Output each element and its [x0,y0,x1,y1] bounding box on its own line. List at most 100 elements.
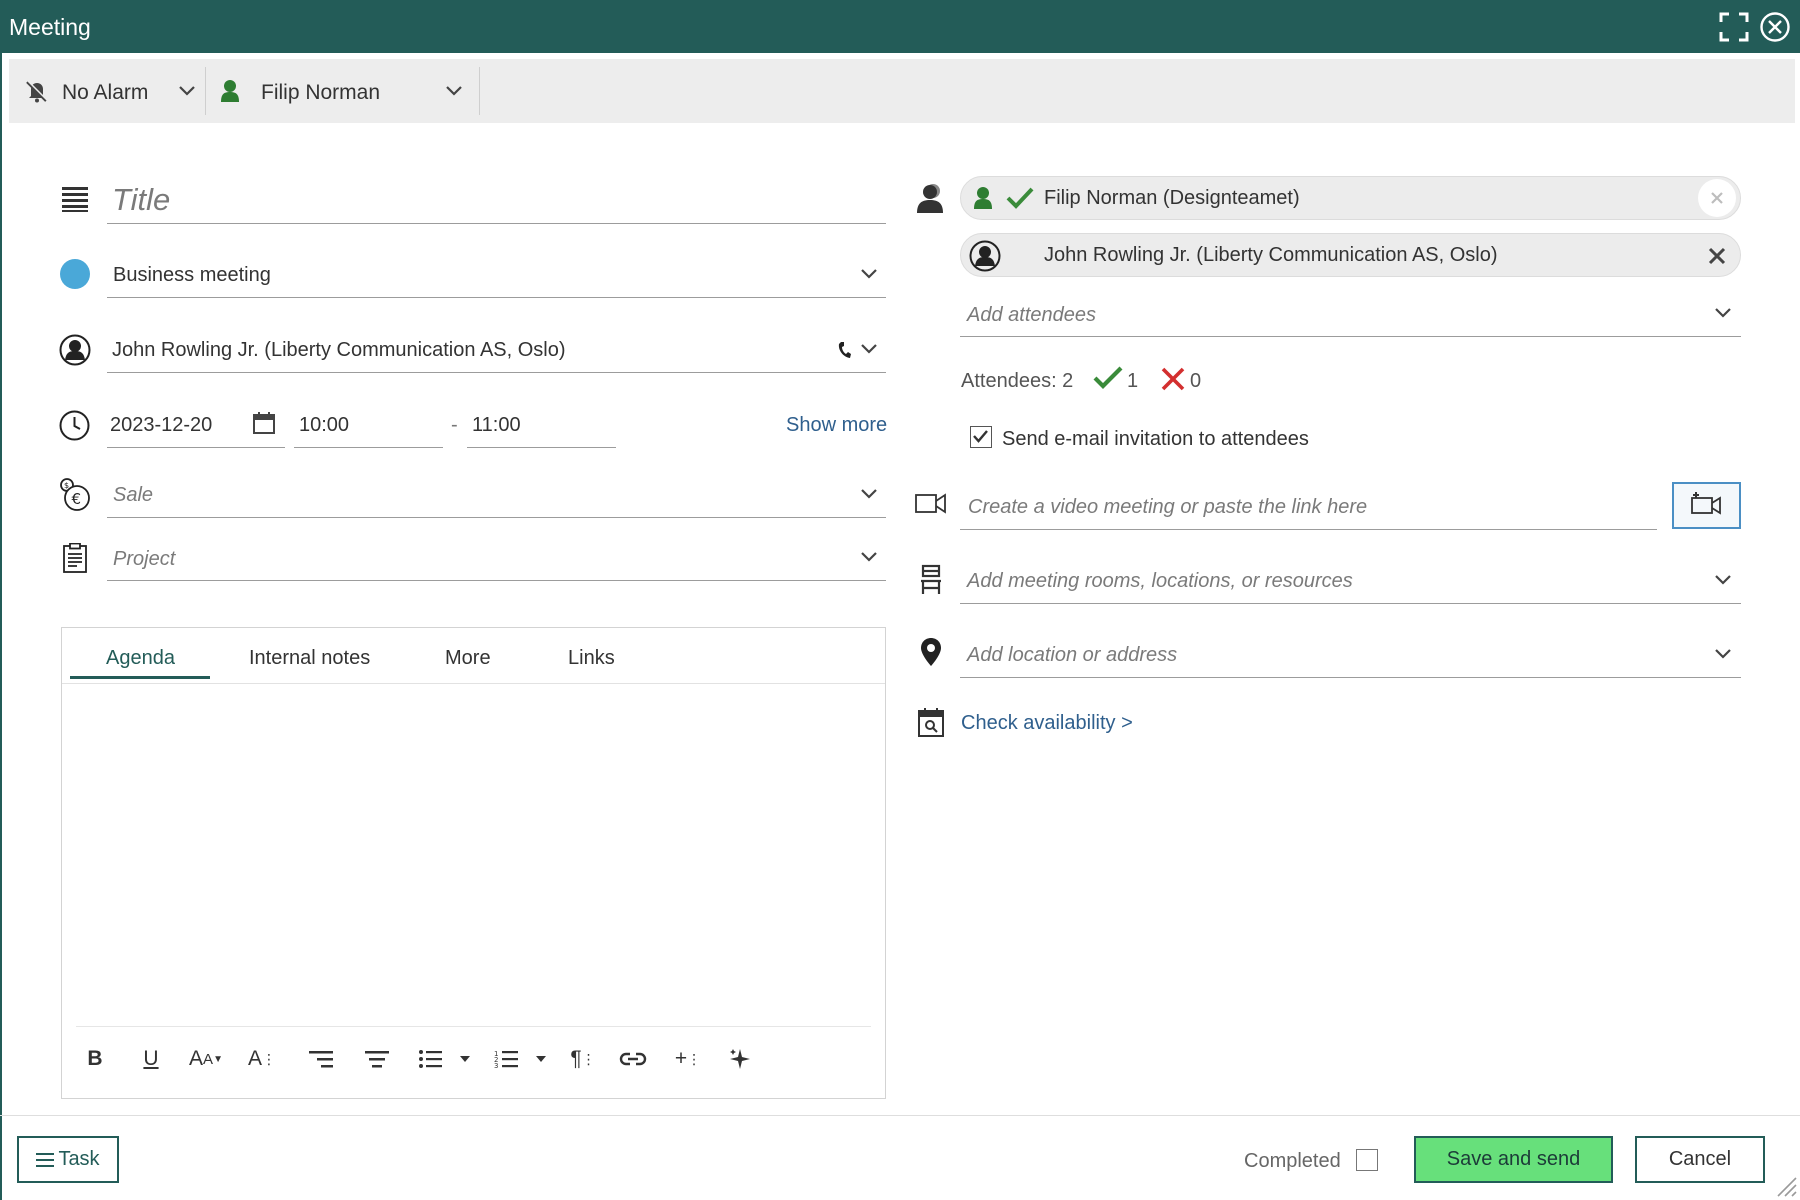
video-camera-icon [915,492,947,521]
close-icon[interactable] [1759,11,1791,43]
create-video-meeting-button[interactable] [1672,482,1741,529]
contact-icon [969,240,1001,277]
format-toolbar-divider [76,1026,871,1027]
participant-name: Filip Norman (Designteamet) [1044,187,1300,209]
resources-dropdown[interactable]: Add meeting rooms, locations, or resourc… [960,558,1741,604]
location-placeholder: Add location or address [967,644,1178,666]
resize-grip-icon[interactable] [1775,1175,1797,1200]
agenda-text-area[interactable] [62,684,885,1024]
maximize-icon[interactable] [1718,11,1750,43]
accepted-check-icon [1006,187,1034,214]
chair-icon [919,564,943,601]
end-time-input[interactable]: 11:00 [467,402,616,448]
toolbar-separator [479,67,480,115]
calendar-icon[interactable] [253,412,275,439]
task-button-label: Task [58,1148,100,1170]
svg-text:$: $ [64,481,69,490]
paragraph-icon[interactable]: ¶ ⋮ [568,1041,598,1077]
bullet-list-icon[interactable] [418,1041,472,1077]
alarm-dropdown[interactable]: No Alarm [9,59,205,123]
svg-text:€: € [72,490,82,508]
add-attendees-placeholder: Add attendees [967,304,1096,326]
start-time-input[interactable]: 10:00 [294,402,443,448]
sparkle-icon[interactable] [725,1041,755,1077]
align-right-icon[interactable] [305,1041,335,1077]
alarm-off-icon [25,79,49,108]
phone-icon[interactable] [838,341,852,364]
chevron-down-icon [861,552,877,562]
declined-count: 0 [1190,370,1202,392]
chevron-down-icon [861,489,877,499]
add-attendees-input[interactable]: Add attendees [960,292,1741,337]
check-availability-link[interactable]: Check availability > [961,712,1133,735]
contact-value: John Rowling Jr. (Liberty Communication … [112,339,566,361]
declined-x-icon [1161,367,1185,396]
tab-agenda[interactable]: Agenda [106,647,175,670]
participant-name: John Rowling Jr. (Liberty Communication … [1044,244,1498,266]
text-lines-icon [62,186,88,217]
window-title: Meeting [9,14,91,40]
date-input[interactable]: 2023-12-20 [107,402,285,448]
chevron-down-icon [1715,575,1731,585]
title-bar: Meeting [0,0,1800,53]
chevron-down-icon [861,269,877,279]
clipboard-icon [63,542,87,578]
show-more-link[interactable]: Show more [786,414,887,437]
svg-text:3: 3 [494,1062,498,1069]
title-input[interactable]: Title [107,172,886,224]
underline-icon[interactable]: U [136,1041,166,1077]
participant-chip[interactable]: John Rowling Jr. (Liberty Communication … [960,233,1741,277]
project-dropdown[interactable]: Project [107,535,886,581]
end-time-value: 11:00 [472,414,521,436]
bold-icon[interactable]: B [80,1041,110,1077]
active-tab-indicator [70,676,210,679]
menu-icon [36,1152,55,1167]
participants-icon [916,182,946,219]
cancel-button[interactable]: Cancel [1635,1136,1765,1183]
sale-dropdown[interactable]: Sale [107,472,886,518]
remove-participant-icon[interactable] [1707,246,1727,271]
rich-text-editor: Agenda Internal notes More Links B U A A ▼… [61,627,886,1099]
completed-label: Completed [1244,1150,1341,1172]
footer-divider [0,1115,1800,1116]
meeting-type-dropdown[interactable]: Business meeting [107,252,886,298]
contact-dropdown[interactable]: John Rowling Jr. (Liberty Communication … [107,327,886,373]
window-border [0,53,2,1200]
send-invitation-label: Send e-mail invitation to attendees [1002,428,1309,450]
location-dropdown[interactable]: Add location or address [960,632,1741,678]
tab-internal-notes[interactable]: Internal notes [249,647,370,670]
task-button[interactable]: Task [17,1136,119,1183]
send-invitation-checkbox[interactable] [970,426,992,448]
chevron-down-icon [446,86,462,96]
chevron-down-icon [1715,308,1731,318]
meeting-type-value: Business meeting [113,264,271,286]
font-style-icon[interactable]: A ⋮ [247,1041,277,1077]
participant-chip[interactable]: Filip Norman (Designteamet) [960,176,1741,220]
remove-participant-icon[interactable] [1698,179,1736,217]
align-center-icon[interactable] [362,1041,392,1077]
owner-dropdown[interactable]: Filip Norman [206,59,479,123]
chevron-down-icon [179,86,195,96]
clock-icon [59,410,90,446]
owner-label: Filip Norman [261,81,381,104]
date-value: 2023-12-20 [110,414,213,436]
link-icon[interactable] [617,1041,649,1077]
tab-links[interactable]: Links [568,647,615,670]
chevron-down-icon [1715,649,1731,659]
user-icon [220,79,240,108]
insert-icon[interactable]: + ⋮ [673,1041,703,1077]
completed-checkbox[interactable] [1356,1149,1378,1171]
cancel-label: Cancel [1668,1148,1732,1170]
video-meeting-input[interactable]: Create a video meeting or paste the link… [960,484,1657,530]
calendar-search-icon [918,707,944,742]
numbered-list-icon[interactable]: 123 [494,1041,548,1077]
time-separator: - [451,414,458,436]
meeting-type-color-dot [60,259,90,294]
font-size-icon[interactable]: A A ▼ [184,1041,228,1077]
save-and-send-button[interactable]: Save and send [1414,1136,1613,1183]
location-pin-icon [920,637,942,672]
tab-more[interactable]: More [445,647,491,670]
title-placeholder: Title [112,182,171,217]
sale-placeholder: Sale [113,484,154,506]
project-placeholder: Project [113,548,176,570]
